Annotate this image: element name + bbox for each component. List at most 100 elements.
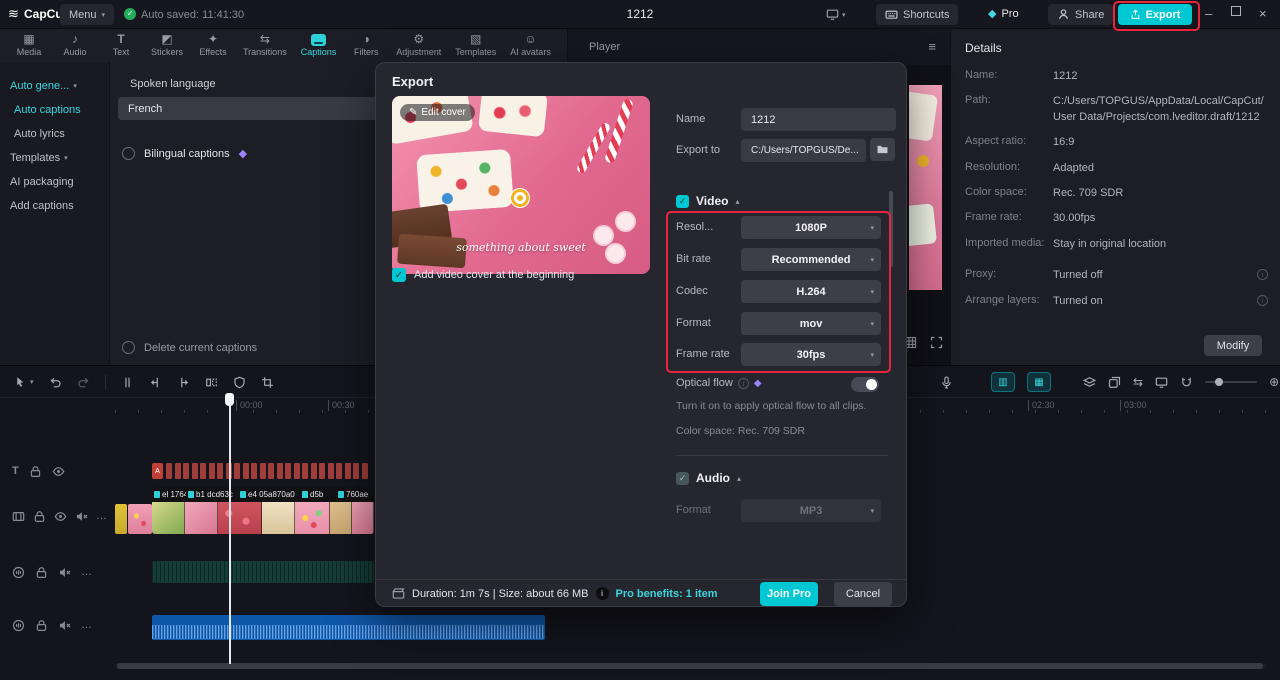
caption-block[interactable] xyxy=(344,463,351,479)
caption-block[interactable] xyxy=(166,463,172,479)
zoom-slider[interactable] xyxy=(1205,378,1258,386)
info-icon[interactable]: i xyxy=(1257,294,1268,306)
tab-media[interactable]: ▦ Media xyxy=(6,33,52,58)
playhead-handle[interactable] xyxy=(225,393,234,406)
join-pro-button[interactable]: Join Pro xyxy=(760,581,818,606)
sidebar-item-ai-packaging[interactable]: AI packaging xyxy=(0,170,109,194)
collapse-icon[interactable]: ▴ xyxy=(737,474,741,483)
player-menu-icon[interactable]: ≡ xyxy=(928,39,936,54)
caption-block[interactable] xyxy=(234,463,240,479)
info-icon[interactable]: i xyxy=(737,377,749,389)
caption-block[interactable] xyxy=(319,463,325,479)
caption-block[interactable] xyxy=(174,463,181,479)
lock-icon[interactable] xyxy=(33,510,46,523)
caption-block[interactable] xyxy=(251,463,257,479)
sidebar-item-add-captions[interactable]: Add captions xyxy=(0,194,109,218)
crop-button[interactable] xyxy=(261,376,274,389)
delete-right-button[interactable] xyxy=(177,376,190,389)
caption-block[interactable] xyxy=(217,463,223,479)
resolution-select[interactable]: 1080P ▾ xyxy=(741,216,881,239)
clip-fragment-yellow[interactable] xyxy=(115,504,127,534)
add-cover-checkbox[interactable]: ✓ xyxy=(392,268,406,282)
clip-thumbnail[interactable] xyxy=(218,502,262,534)
bilingual-checkbox[interactable] xyxy=(122,147,135,160)
tab-audio[interactable]: ♪ Audio xyxy=(52,33,98,58)
snap-magnet-icon[interactable] xyxy=(1180,376,1193,389)
tab-captions[interactable]: Captions xyxy=(294,33,344,57)
info-icon[interactable]: i xyxy=(1257,269,1268,281)
video-section-checkbox[interactable]: ✓ xyxy=(676,194,689,208)
lock-icon[interactable] xyxy=(29,465,42,478)
codec-select[interactable]: H.264 ▾ xyxy=(741,280,881,303)
tab-adjustment[interactable]: ⚙ Adjustment xyxy=(389,33,448,58)
clip-fragment-thumbnail[interactable] xyxy=(128,504,152,534)
shortcuts-button[interactable]: Shortcuts xyxy=(876,4,959,25)
export-button[interactable]: Export xyxy=(1118,4,1192,25)
mute-icon[interactable] xyxy=(58,566,71,579)
layers-icon[interactable] xyxy=(1083,376,1096,389)
caption-block[interactable] xyxy=(327,463,334,479)
cancel-button[interactable]: Cancel xyxy=(834,581,892,606)
caption-block[interactable] xyxy=(361,463,368,479)
caption-block[interactable] xyxy=(336,463,342,479)
video-track-clips[interactable]: el 1764 b1 dcd63c e4 05a870a0 d5b 760ae xyxy=(152,487,374,534)
preview-quality-icon[interactable] xyxy=(1155,376,1168,389)
format-select[interactable]: mov ▾ xyxy=(741,312,881,335)
sidebar-item-auto-generate[interactable]: Auto gene... ▾ xyxy=(0,74,109,98)
clip-thumbnail[interactable] xyxy=(185,502,218,534)
optical-flow-toggle[interactable] xyxy=(851,377,879,392)
redo-button[interactable] xyxy=(77,376,90,389)
mute-icon[interactable] xyxy=(58,619,71,632)
pro-button[interactable]: ◆ Pro xyxy=(988,7,1019,21)
tab-templates[interactable]: ▧ Templates xyxy=(448,33,503,58)
delete-left-button[interactable] xyxy=(149,376,162,389)
caption-block[interactable] xyxy=(200,463,206,479)
lock-icon[interactable] xyxy=(35,566,48,579)
add-cover-row[interactable]: ✓ Add video cover at the beginning xyxy=(392,268,574,282)
dialog-scrollbar-thumb[interactable] xyxy=(889,191,893,267)
frame-rate-select[interactable]: 30fps ▾ xyxy=(741,343,881,366)
split-button[interactable] xyxy=(121,376,134,389)
collapse-icon[interactable]: ▴ xyxy=(735,197,739,206)
music-track-clip[interactable] xyxy=(152,561,374,583)
modify-button[interactable]: Modify xyxy=(1204,335,1262,356)
caption-marker[interactable]: A xyxy=(152,463,163,479)
caption-block[interactable] xyxy=(268,463,274,479)
delete-captions-row[interactable]: Delete current captions xyxy=(122,341,257,354)
tab-ai-avatars[interactable]: ☺ AI avatars xyxy=(503,33,558,58)
sidebar-item-auto-captions[interactable]: Auto captions xyxy=(0,98,109,122)
undo-button[interactable] xyxy=(49,376,62,389)
more-options-icon[interactable]: … xyxy=(81,566,93,578)
audio-format-select[interactable]: MP3 ▾ xyxy=(741,499,881,522)
caption-block[interactable] xyxy=(302,463,308,479)
sidebar-item-templates[interactable]: Templates ▾ xyxy=(0,146,109,170)
clip-thumbnail[interactable] xyxy=(295,502,330,534)
caption-block[interactable] xyxy=(259,463,266,479)
maximize-button[interactable] xyxy=(1231,3,1241,19)
cover-preview[interactable]: ✎ Edit cover something about sweet xyxy=(392,96,650,274)
bitrate-select[interactable]: Recommended ▾ xyxy=(741,248,881,271)
mute-icon[interactable] xyxy=(75,510,88,523)
audio-track-clip[interactable] xyxy=(152,615,545,640)
display-mode-icon[interactable]: ▾ xyxy=(826,8,846,21)
smart-tool-icon-1[interactable]: ▥ xyxy=(991,372,1015,392)
tab-stickers[interactable]: ◩ Stickers xyxy=(144,33,190,58)
more-options-icon[interactable]: … xyxy=(96,510,108,522)
caption-block[interactable] xyxy=(191,463,198,479)
caption-block[interactable] xyxy=(242,463,249,479)
clip-thumbnail[interactable] xyxy=(352,502,374,534)
record-voiceover-icon[interactable] xyxy=(940,375,953,389)
playhead-line[interactable] xyxy=(229,395,231,664)
folder-button[interactable] xyxy=(870,138,895,161)
close-button[interactable]: × xyxy=(1259,6,1267,21)
edit-cover-button[interactable]: ✎ Edit cover xyxy=(400,104,475,121)
select-tool-button[interactable]: ▾ xyxy=(14,376,34,389)
menu-button[interactable]: Menu ▾ xyxy=(60,4,115,25)
caption-block[interactable] xyxy=(285,463,291,479)
tab-transitions[interactable]: ⇆ Transitions xyxy=(236,33,294,58)
sidebar-item-auto-lyrics[interactable]: Auto lyrics xyxy=(0,122,109,146)
tab-text[interactable]: T Text xyxy=(98,33,144,58)
clip-thumbnail[interactable] xyxy=(330,502,352,534)
mirror-button[interactable] xyxy=(205,376,218,389)
pro-benefits-link[interactable]: Pro benefits: 1 item xyxy=(616,588,718,600)
